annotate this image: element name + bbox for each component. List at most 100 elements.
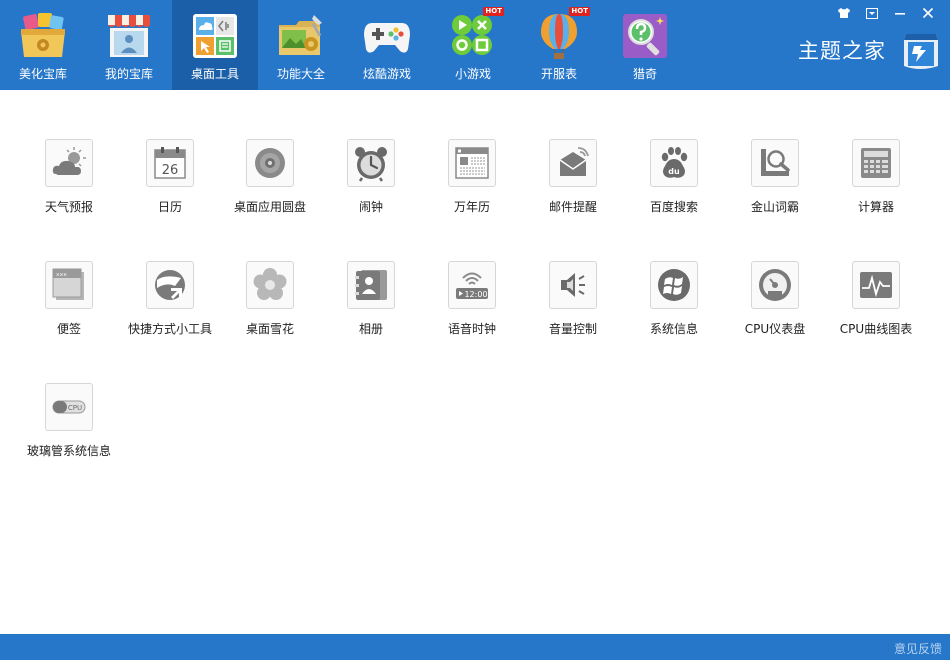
nav-item-my-treasure[interactable]: 我的宝库	[86, 0, 172, 90]
tool-label: 玻璃管系统信息	[26, 444, 111, 458]
nav-label: 我的宝库	[104, 67, 153, 81]
brand: 主题之家	[798, 28, 942, 72]
tool-calculator[interactable]: 计算器	[826, 139, 926, 239]
nav-item-mini-games[interactable]: HOT 小游戏	[430, 0, 516, 90]
tool-glass-tube[interactable]: CPU 玻璃管系统信息	[19, 383, 119, 483]
tool-cpu-chart[interactable]: CPU曲线图表	[826, 261, 926, 361]
tool-label: 便签	[56, 322, 81, 336]
nav-label: 功能大全	[276, 67, 325, 81]
tool-alarm[interactable]: 闹钟	[321, 139, 421, 239]
tools-panel: 天气预报 26 日历 桌面应用圆盘 闹钟 万年历 邮件提醒 du 百度搜索 金山…	[0, 90, 950, 634]
nav-item-cool-games[interactable]: 炫酷游戏	[344, 0, 430, 90]
tool-label: 桌面雪花	[245, 322, 294, 336]
sticky-note-mark: ×××	[56, 272, 67, 279]
nav-item-functions[interactable]: 功能大全	[258, 0, 344, 90]
window-controls	[830, 4, 942, 22]
desktop-tools-icon	[190, 11, 240, 61]
nav-item-desktop-tools[interactable]: 桌面工具	[172, 0, 258, 90]
snowflake-icon	[246, 261, 294, 309]
nav-label: 猎奇	[632, 67, 657, 81]
gamepad-icon	[362, 11, 412, 61]
dictionary-icon	[751, 139, 799, 187]
glass-tube-icon: CPU	[45, 383, 93, 431]
tool-volume[interactable]: 音量控制	[523, 261, 623, 361]
tool-label: 计算器	[857, 200, 894, 214]
volume-icon	[549, 261, 597, 309]
cpu-chart-icon	[852, 261, 900, 309]
brand-logo-icon	[898, 28, 942, 72]
weather-icon	[45, 139, 93, 187]
nav-label: 桌面工具	[190, 67, 239, 81]
tool-label: 相册	[358, 322, 383, 336]
tool-snowflake[interactable]: 桌面雪花	[220, 261, 320, 361]
skin-icon[interactable]	[830, 4, 858, 22]
nav-label: 开服表	[540, 67, 577, 81]
calendar-day: 26	[162, 163, 179, 178]
disc-icon	[246, 139, 294, 187]
tool-label: 语音时钟	[447, 322, 496, 336]
baidu-icon: du	[650, 139, 698, 187]
hot-badge: HOT	[483, 7, 504, 16]
cpu-gauge-icon	[751, 261, 799, 309]
close-icon[interactable]	[914, 4, 942, 22]
tool-voice-clock[interactable]: 12:00 语音时钟	[422, 261, 522, 361]
hot-air-balloon-icon	[534, 11, 584, 61]
mini-games-icon	[448, 11, 498, 61]
perpetual-calendar-icon	[448, 139, 496, 187]
tool-weather[interactable]: 天气预报	[19, 139, 119, 239]
tool-label: 金山词霸	[750, 200, 799, 214]
calendar-icon: 26	[146, 139, 194, 187]
voice-clock-time: 12:00	[464, 290, 487, 299]
feedback-link[interactable]: 意见反馈	[894, 640, 942, 657]
main-nav: 美化宝库 我的宝库 桌面工具 功能大全 炫酷游戏 HOT 小游戏 HOT 开服表…	[0, 0, 688, 90]
voice-clock-icon: 12:00	[448, 261, 496, 309]
tool-label: 天气预报	[44, 200, 93, 214]
nav-item-server-list[interactable]: HOT 开服表	[516, 0, 602, 90]
tool-label: CPU曲线图表	[839, 322, 913, 336]
minimize-icon[interactable]	[886, 4, 914, 22]
tool-system-info[interactable]: 系统信息	[624, 261, 724, 361]
brand-name: 主题之家	[798, 39, 886, 63]
tool-label: 快捷方式小工具	[127, 322, 212, 336]
tool-cpu-gauge[interactable]: CPU仪表盘	[725, 261, 825, 361]
calculator-icon	[852, 139, 900, 187]
treasure-box-icon	[18, 11, 68, 61]
baidu-mark: du	[668, 167, 680, 176]
tool-label: CPU仪表盘	[744, 322, 806, 336]
alarm-clock-icon	[347, 139, 395, 187]
tool-disc[interactable]: 桌面应用圆盘	[220, 139, 320, 239]
tool-perpetual-calendar[interactable]: 万年历	[422, 139, 522, 239]
tool-calendar[interactable]: 26 日历	[120, 139, 220, 239]
tool-label: 闹钟	[358, 200, 383, 214]
tool-album[interactable]: 相册	[321, 261, 421, 361]
tool-dictionary[interactable]: 金山词霸	[725, 139, 825, 239]
tool-label: 音量控制	[548, 322, 597, 336]
tool-label: 桌面应用圆盘	[233, 200, 306, 214]
tool-label: 系统信息	[649, 322, 698, 336]
nav-label: 美化宝库	[18, 67, 67, 81]
top-bar: 美化宝库 我的宝库 桌面工具 功能大全 炫酷游戏 HOT 小游戏 HOT 开服表…	[0, 0, 950, 90]
tool-mail[interactable]: 邮件提醒	[523, 139, 623, 239]
menu-icon[interactable]	[858, 4, 886, 22]
magnifier-question-icon	[620, 11, 670, 61]
hot-badge: HOT	[569, 7, 590, 16]
tool-label: 日历	[157, 200, 182, 214]
nav-label: 小游戏	[454, 67, 491, 81]
nav-item-beautify[interactable]: 美化宝库	[0, 0, 86, 90]
mail-icon	[549, 139, 597, 187]
tool-label: 万年历	[453, 200, 490, 214]
shortcut-icon	[146, 261, 194, 309]
tool-sticky-note[interactable]: ××× 便签	[19, 261, 119, 361]
tool-label: 百度搜索	[649, 200, 698, 214]
nav-item-curiosity[interactable]: 猎奇	[602, 0, 688, 90]
nav-label: 炫酷游戏	[362, 67, 411, 81]
windows-icon	[650, 261, 698, 309]
tool-baidu[interactable]: du 百度搜索	[624, 139, 724, 239]
tool-shortcut[interactable]: 快捷方式小工具	[120, 261, 220, 361]
status-bar: 意见反馈	[0, 634, 950, 660]
sticky-note-icon: ×××	[45, 261, 93, 309]
shop-icon	[104, 11, 154, 61]
glass-tube-mark: CPU	[68, 404, 82, 412]
album-icon	[347, 261, 395, 309]
toolbox-icon	[276, 11, 326, 61]
